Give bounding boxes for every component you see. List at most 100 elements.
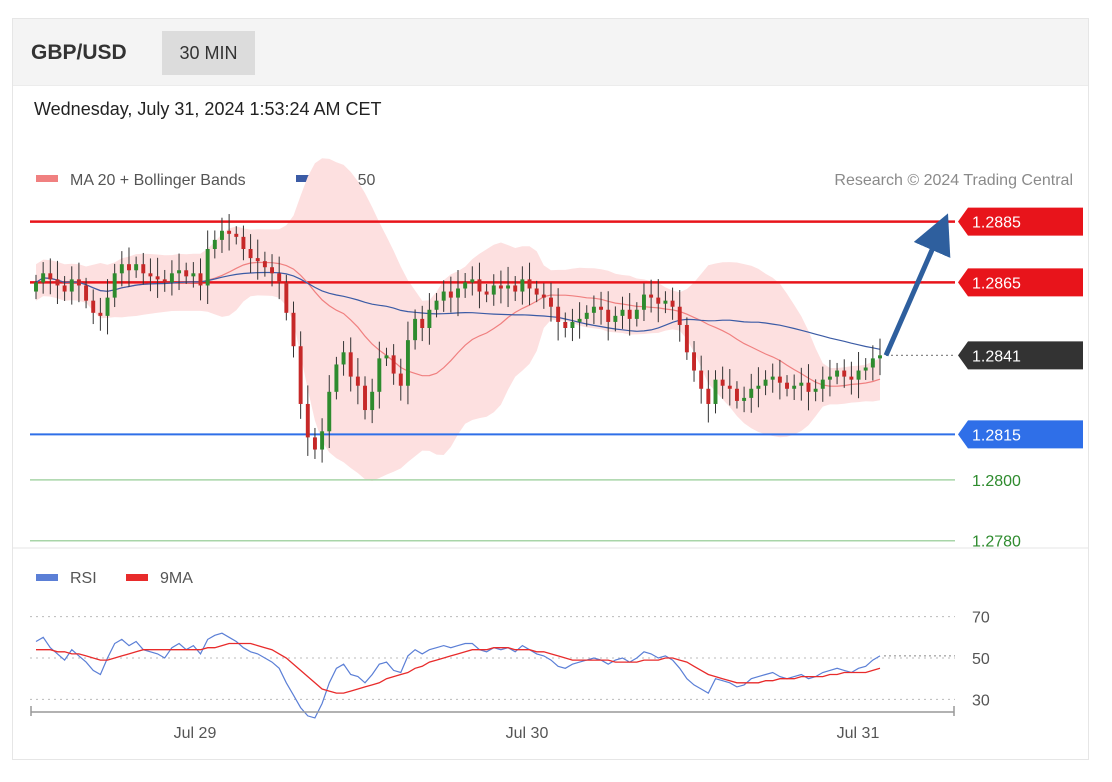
candle-body <box>127 264 131 271</box>
candle-body <box>627 309 632 319</box>
candle-body <box>141 264 146 274</box>
candle-body <box>491 285 496 295</box>
candle-body <box>55 279 60 286</box>
resistance-tag: 1.2865 <box>958 268 1083 297</box>
x-tick-label: Jul 29 <box>174 725 217 742</box>
rsi-tick-label: 70 <box>972 610 990 627</box>
rsi-ma-line <box>36 642 881 694</box>
support-tag: 1.2815 <box>958 420 1083 449</box>
candle-body <box>649 294 654 298</box>
bollinger-band-fill <box>36 158 880 481</box>
target-label: 1.2800 <box>972 473 1021 490</box>
candle-body <box>76 279 81 286</box>
candle-body <box>105 297 110 316</box>
resistance-tag: 1.2885 <box>958 207 1083 236</box>
candle-body <box>212 239 217 249</box>
candle-body <box>370 391 375 411</box>
candle-body <box>749 388 754 398</box>
candle-body <box>641 294 646 310</box>
x-axis: Jul 29 Jul 30 Jul 31 <box>30 706 955 742</box>
rsi-tick-label: 30 <box>972 692 990 709</box>
candle-body <box>677 306 682 325</box>
candle-body <box>119 264 124 274</box>
candle-body <box>255 258 260 262</box>
candle-body <box>291 312 296 347</box>
candle-body <box>606 309 611 322</box>
candle-body <box>541 294 546 298</box>
ma20-legend-label: MA 20 + Bollinger Bands <box>70 172 246 189</box>
candle-body <box>692 352 697 371</box>
candle-body <box>777 376 782 383</box>
candle-body <box>155 276 160 280</box>
candle-body <box>434 300 439 310</box>
rsi-legend-swatch <box>36 574 58 581</box>
candle-body <box>34 282 38 292</box>
candle-body <box>270 267 275 274</box>
candle-body <box>98 312 103 316</box>
candle-body <box>398 373 403 386</box>
candle-body <box>69 279 74 292</box>
current-tag: 1.2841 <box>958 341 1083 370</box>
candle-body <box>742 397 747 401</box>
candle-body <box>441 291 446 301</box>
candle-body <box>799 382 804 386</box>
chart-svg: MA 20 + Bollinger Bands MA 50 Research ©… <box>12 158 1089 742</box>
candle-body <box>312 437 317 450</box>
candle-body <box>684 324 689 353</box>
candle-body <box>563 321 568 328</box>
candle-body <box>634 309 639 319</box>
candle-body <box>720 379 725 386</box>
rsi-line <box>35 632 881 719</box>
candle-body <box>248 249 253 259</box>
candle-body <box>863 367 868 371</box>
candle-body <box>456 288 460 298</box>
candle-body <box>549 297 553 307</box>
candle-body <box>699 370 704 389</box>
candle-body <box>305 403 310 438</box>
candle-body <box>184 270 189 277</box>
candle <box>305 385 310 456</box>
level-tags: 1.28851.28651.28411.28151.28001.2780 <box>958 207 1083 551</box>
candle-body <box>534 288 539 295</box>
ma20-legend-swatch <box>36 175 58 182</box>
candle-body <box>391 355 396 374</box>
candle-body <box>506 285 511 289</box>
candle-body <box>463 282 468 289</box>
candle-body <box>420 318 425 328</box>
candle-body <box>878 355 882 359</box>
candle-body <box>320 431 325 450</box>
candle-body <box>448 291 453 298</box>
candle-body <box>484 291 489 295</box>
candle-body <box>498 285 503 289</box>
candle-body <box>827 376 832 380</box>
candle-body <box>584 312 589 319</box>
candle-body <box>341 352 346 365</box>
candle-body <box>363 385 367 411</box>
candle-body <box>377 358 382 392</box>
rsi-legend-label: RSI <box>70 570 97 587</box>
candle-body <box>806 382 811 392</box>
candle-body <box>620 309 625 316</box>
candle-body <box>191 273 196 277</box>
candle-body <box>527 279 532 289</box>
candle-body <box>856 370 861 380</box>
candle-body <box>427 309 432 328</box>
projection-arrow <box>883 213 951 357</box>
candle-body <box>162 279 167 283</box>
support-tag-label: 1.2815 <box>972 427 1021 444</box>
candle-body <box>477 279 482 292</box>
candle-body <box>198 273 203 286</box>
candle-body <box>570 321 575 328</box>
candle-body <box>91 300 96 313</box>
rsi-tick-label: 50 <box>972 651 990 668</box>
candle-body <box>849 376 854 380</box>
candle-body <box>756 385 761 389</box>
candle-body <box>405 340 410 386</box>
bollinger-bands <box>36 158 880 481</box>
candle-body <box>591 306 596 313</box>
candle-body <box>112 273 117 298</box>
candle-body <box>348 352 353 377</box>
x-tick-label: Jul 30 <box>506 725 549 742</box>
candle-body <box>599 306 604 310</box>
resistance-tag-label: 1.2885 <box>972 215 1021 232</box>
